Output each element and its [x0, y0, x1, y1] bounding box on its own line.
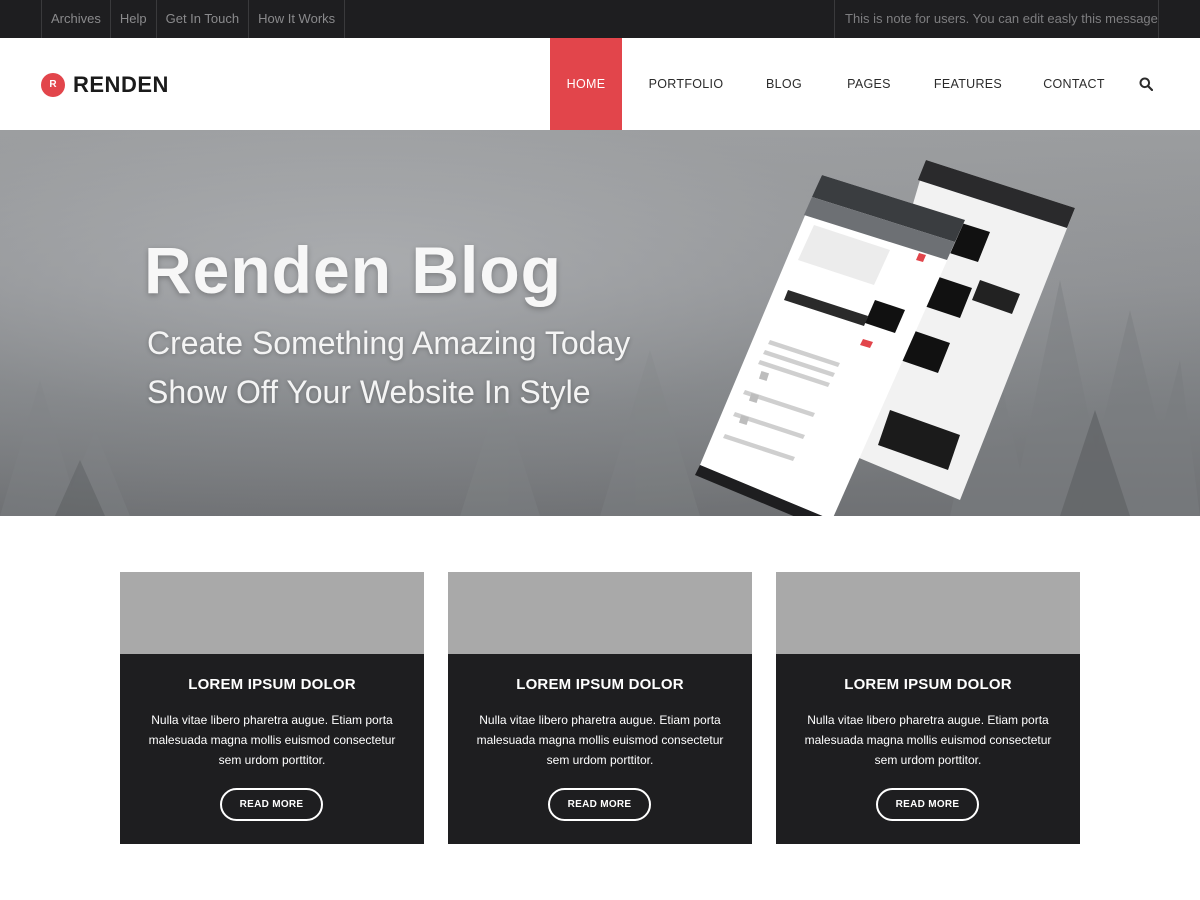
card-text: Nulla vitae libero pharetra augue. Etiam… [148, 713, 396, 767]
card-body: LOREM IPSUM DOLOR Nulla vitae libero pha… [776, 654, 1080, 844]
top-note: This is note for users. You can edit eas… [834, 0, 1159, 38]
search-icon[interactable] [1139, 77, 1153, 91]
nav-item-features[interactable]: FEATURES [930, 38, 1006, 130]
top-link-how-it-works[interactable]: How It Works [249, 0, 346, 38]
card-image-placeholder [448, 572, 752, 654]
site-logo[interactable]: R RENDEN [41, 72, 169, 98]
feature-card: LOREM IPSUM DOLOR Nulla vitae libero pha… [776, 572, 1080, 844]
read-more-button[interactable]: READ MORE [220, 788, 323, 821]
card-title: LOREM IPSUM DOLOR [516, 676, 684, 693]
nav-item-blog[interactable]: BLOG [760, 38, 808, 130]
nav-item-home[interactable]: HOME [550, 38, 622, 130]
card-image-placeholder [776, 572, 1080, 654]
nav-item-contact[interactable]: CONTACT [1040, 38, 1108, 130]
top-link-help[interactable]: Help [111, 0, 157, 38]
read-more-button[interactable]: READ MORE [548, 788, 651, 821]
nav-item-pages[interactable]: PAGES [842, 38, 896, 130]
hero-banner: Renden Blog Create Something Amazing Tod… [0, 130, 1200, 516]
website-mockup-illustration [695, 160, 1075, 516]
card-body: LOREM IPSUM DOLOR Nulla vitae libero pha… [120, 654, 424, 844]
logo-text: RENDEN [73, 72, 169, 97]
hero-title: Renden Blog [144, 233, 562, 307]
card-text: Nulla vitae libero pharetra augue. Etiam… [804, 713, 1052, 767]
logo-badge: R [41, 73, 65, 97]
top-bar: Archives Help Get In Touch How It Works … [0, 0, 1200, 38]
site-header: R RENDEN HOME PORTFOLIO BLOG PAGES FEATU… [0, 38, 1200, 130]
top-link-get-in-touch[interactable]: Get In Touch [157, 0, 250, 38]
card-title: LOREM IPSUM DOLOR [844, 676, 1012, 693]
card-image-placeholder [120, 572, 424, 654]
card-body: LOREM IPSUM DOLOR Nulla vitae libero pha… [448, 654, 752, 844]
read-more-button[interactable]: READ MORE [876, 788, 979, 821]
top-link-archives[interactable]: Archives [42, 0, 111, 38]
feature-card: LOREM IPSUM DOLOR Nulla vitae libero pha… [448, 572, 752, 844]
card-text: Nulla vitae libero pharetra augue. Etiam… [476, 713, 724, 767]
nav-item-portfolio[interactable]: PORTFOLIO [646, 38, 726, 130]
hero-subtitle-line-2: Show Off Your Website In Style [147, 374, 591, 410]
top-links: Archives Help Get In Touch How It Works [41, 0, 346, 38]
hero-subtitle-line-1: Create Something Amazing Today [147, 325, 631, 361]
card-title: LOREM IPSUM DOLOR [188, 676, 356, 693]
feature-card: LOREM IPSUM DOLOR Nulla vitae libero pha… [120, 572, 424, 844]
